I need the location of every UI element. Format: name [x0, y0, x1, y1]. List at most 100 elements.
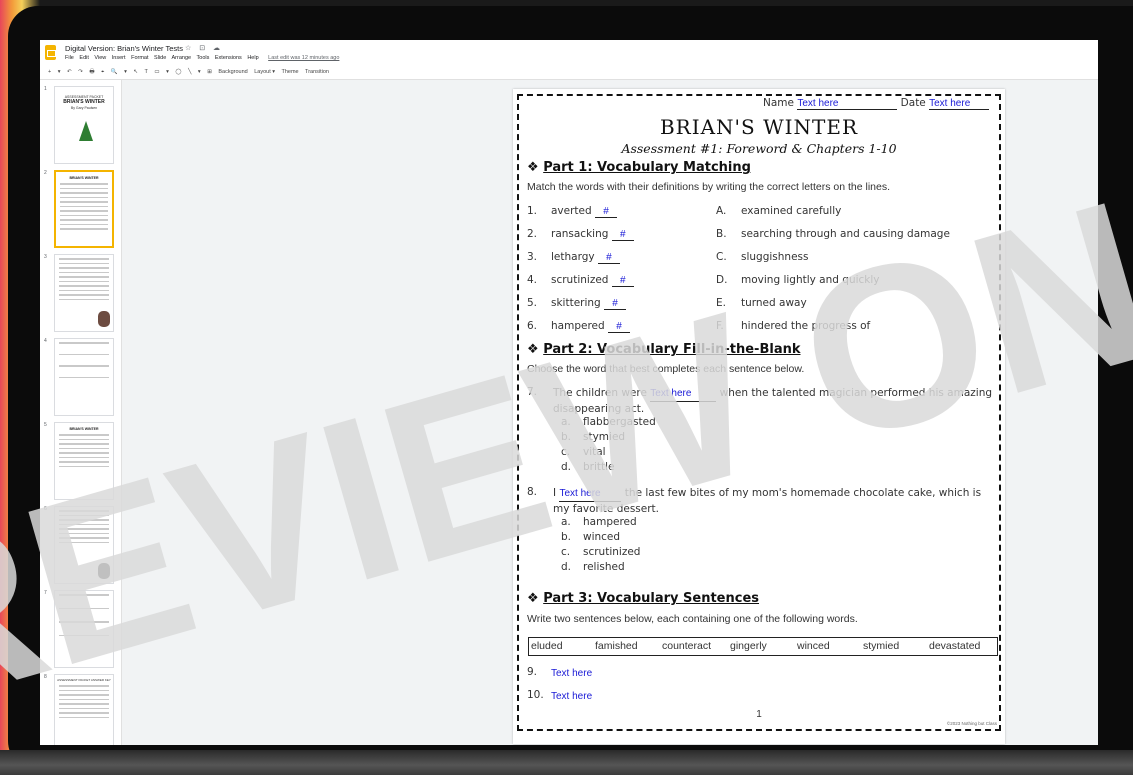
page-number: 1 — [756, 709, 762, 720]
vocab-answer-field[interactable]: # — [611, 275, 634, 287]
line-icon[interactable]: ╲ — [188, 69, 191, 75]
thumbnail-title: BRIAN'S WINTER — [69, 427, 99, 431]
vocab-number: 1. — [527, 205, 538, 217]
thumbnail-page: BRIAN'S WINTER — [54, 170, 114, 248]
undo-icon[interactable]: ↶ — [67, 69, 72, 75]
toolbar: + ▾ ↶ ↷ 🖶 ⌖ 🔍 ▾ ↖ T ▭ ▾ ◯ ╲ ▾ ⊞ Backgrou… — [40, 68, 1098, 80]
menu-help[interactable]: Help — [247, 55, 258, 61]
part2-heading-text: Part 2: Vocabulary Fill-in-the-Blank — [543, 342, 801, 357]
question-text: I Text here the last few bites of my mom… — [553, 486, 993, 516]
vocab-word: lethargy — [551, 251, 595, 263]
word-bank-item: counteract — [662, 640, 712, 652]
menu-format[interactable]: Format — [131, 55, 148, 61]
option-text: flabbergasted — [583, 416, 656, 428]
slide-page[interactable]: Name Text here Date Text here BRIAN'S WI… — [513, 89, 1005, 744]
slide-number: 7 — [44, 590, 47, 596]
definition-text: searching through and causing damage — [741, 228, 950, 240]
vocab-word-wrap: lethargy # — [551, 251, 620, 264]
slide-number: 8 — [44, 674, 47, 680]
slide-thumbnail[interactable]: 8 ASSESSMENT PACKET ANSWER KEY — [44, 674, 114, 745]
part3-heading: ❖ Part 3: Vocabulary Sentences — [527, 591, 759, 606]
zoom-dropdown-icon[interactable]: ▾ — [124, 69, 127, 75]
date-value[interactable]: Text here — [929, 98, 970, 109]
document-title[interactable]: Digital Version: Brian's Winter Tests — [65, 44, 183, 53]
name-value[interactable]: Text here — [797, 98, 838, 109]
vocab-answer-field[interactable]: # — [595, 206, 618, 218]
thumbnail-title: BRIAN'S WINTER — [69, 176, 99, 180]
slide-canvas: Name Text here Date Text here BRIAN'S WI… — [122, 80, 1098, 745]
vocab-answer-field[interactable]: # — [611, 229, 634, 241]
question-text-before: The children were — [553, 387, 647, 399]
definition-letter: D. — [716, 274, 728, 286]
name-label: Name — [763, 97, 794, 109]
menu-file[interactable]: File — [65, 55, 74, 61]
menu-view[interactable]: View — [94, 55, 106, 61]
slides-logo-icon[interactable] — [45, 45, 56, 60]
question-8: 8. I Text here the last few bites of my … — [527, 486, 997, 576]
blank-value[interactable]: Text here — [650, 388, 691, 399]
definition-text: examined carefully — [741, 205, 842, 217]
bear-image — [98, 311, 110, 327]
new-slide-dropdown-icon[interactable]: ▾ — [58, 69, 61, 75]
slide-number: 6 — [44, 506, 47, 512]
question-text-before: I — [553, 487, 557, 499]
vocab-word: hampered — [551, 320, 605, 332]
menu-insert[interactable]: Insert — [112, 55, 126, 61]
star-move-cloud-icons[interactable]: ☆ ⊡ ☁ — [185, 44, 223, 52]
blank-field[interactable]: Text here — [559, 486, 622, 502]
sentence-field[interactable]: Text here — [551, 691, 592, 702]
slide-thumbnail[interactable]: 2 BRIAN'S WINTER — [44, 170, 114, 248]
transition-button[interactable]: Transition — [305, 69, 329, 75]
sentence-9: 9. Text here — [527, 666, 997, 682]
vocab-answer-field[interactable]: # — [608, 321, 630, 333]
text-box-icon[interactable]: T — [144, 69, 147, 75]
background-button[interactable]: Background — [218, 69, 247, 75]
screen: Digital Version: Brian's Winter Tests ☆ … — [40, 40, 1098, 745]
diamond-bullet-icon: ❖ — [527, 342, 539, 357]
blank-field[interactable]: Text here — [650, 386, 717, 402]
image-dropdown-icon[interactable]: ▾ — [166, 69, 169, 75]
thumbnail-title: BRIAN'S WINTER — [63, 99, 105, 105]
print-icon[interactable]: 🖶 — [89, 69, 94, 75]
slide-thumbnail[interactable]: 6 — [44, 506, 114, 584]
zoom-icon[interactable]: 🔍 — [111, 69, 118, 75]
option-text: stymied — [583, 431, 626, 443]
slide-thumbnail[interactable]: 7 — [44, 590, 114, 668]
slide-thumbnail[interactable]: 4 — [44, 338, 114, 416]
option: b. stymied — [561, 431, 625, 443]
vocab-row: 2. ransacking # B. searching through and… — [527, 228, 997, 246]
date-field[interactable]: Text here — [929, 97, 990, 110]
part3-heading-text: Part 3: Vocabulary Sentences — [543, 591, 760, 606]
slide-thumbnail[interactable]: 1 ASSESSMENT PACKET BRIAN'S WINTER By Ga… — [44, 86, 114, 164]
part1-instructions: Match the words with their definitions b… — [527, 181, 890, 193]
vocab-answer-field[interactable]: # — [597, 252, 620, 264]
layout-button[interactable]: Layout ▾ — [254, 69, 275, 75]
vocab-word-wrap: hampered # — [551, 320, 630, 333]
slide-number: 1 — [44, 86, 47, 92]
redo-icon[interactable]: ↷ — [78, 69, 83, 75]
theme-button[interactable]: Theme — [281, 69, 298, 75]
menu-tools[interactable]: Tools — [197, 55, 210, 61]
menu-edit[interactable]: Edit — [79, 55, 88, 61]
new-slide-icon[interactable]: + — [48, 69, 51, 75]
line-dropdown-icon[interactable]: ▾ — [198, 69, 201, 75]
slide-thumbnail[interactable]: 5 BRIAN'S WINTER — [44, 422, 114, 500]
menu-arrange[interactable]: Arrange — [172, 55, 192, 61]
worksheet-title: BRIAN'S WINTER — [659, 115, 859, 139]
vocab-word: ransacking — [551, 228, 609, 240]
last-edit-link[interactable]: Last edit was 12 minutes ago — [268, 55, 339, 61]
name-field[interactable]: Text here — [797, 97, 898, 110]
comment-icon[interactable]: ⊞ — [207, 69, 212, 75]
vocab-answer-field[interactable]: # — [604, 298, 627, 310]
slide-thumbnail[interactable]: 3 — [44, 254, 114, 332]
shape-icon[interactable]: ◯ — [175, 69, 181, 75]
sentence-number: 10. — [527, 689, 544, 701]
vocab-number: 2. — [527, 228, 538, 240]
paint-format-icon[interactable]: ⌖ — [101, 69, 104, 75]
image-icon[interactable]: ▭ — [154, 69, 159, 75]
select-cursor-icon[interactable]: ↖ — [133, 69, 138, 75]
blank-value[interactable]: Text here — [559, 488, 600, 499]
sentence-field[interactable]: Text here — [551, 668, 592, 679]
menu-extensions[interactable]: Extensions — [215, 55, 242, 61]
menu-slide[interactable]: Slide — [154, 55, 166, 61]
